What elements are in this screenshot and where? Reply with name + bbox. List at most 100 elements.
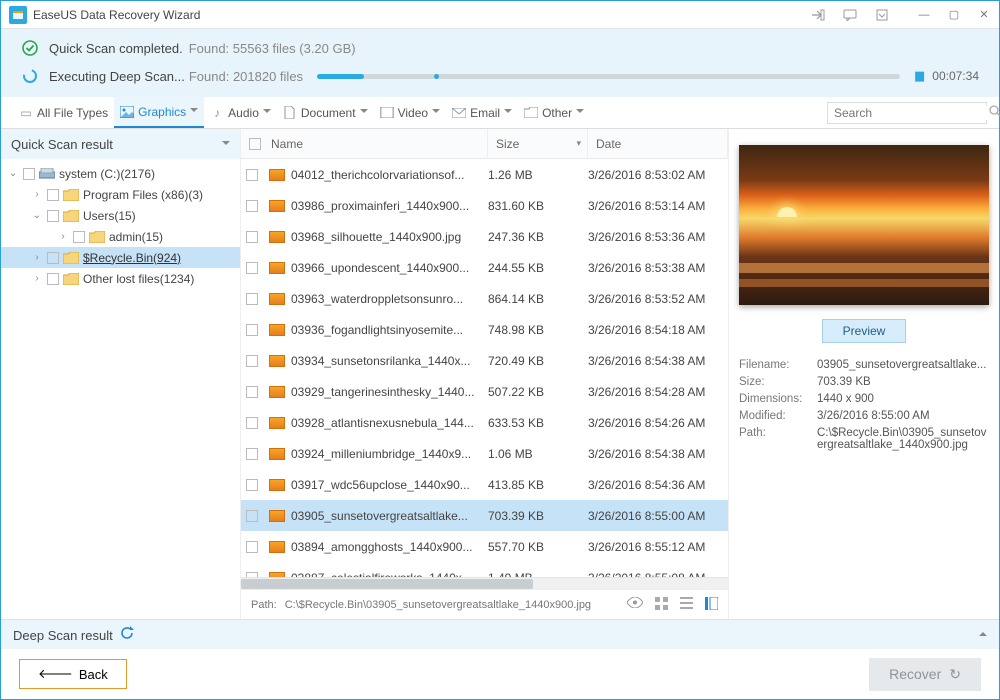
chevron-down-icon bbox=[222, 137, 230, 152]
list-view-icon[interactable] bbox=[680, 597, 693, 613]
checkbox[interactable] bbox=[246, 293, 258, 305]
image-thumb-icon bbox=[269, 293, 285, 305]
filter-email[interactable]: Email bbox=[446, 97, 518, 128]
image-thumb-icon bbox=[269, 541, 285, 553]
drive-icon bbox=[39, 167, 55, 181]
file-row[interactable]: 03968_silhouette_1440x900.jpg247.36 KB3/… bbox=[241, 221, 728, 252]
file-row[interactable]: 03928_atlantisnexusnebula_144...633.53 K… bbox=[241, 407, 728, 438]
file-row[interactable]: 03966_upondescent_1440x900...244.55 KB3/… bbox=[241, 252, 728, 283]
filter-graphics[interactable]: Graphics bbox=[114, 97, 204, 128]
file-row[interactable]: 03934_sunsetonsrilanka_1440x...720.49 KB… bbox=[241, 345, 728, 376]
checkbox[interactable] bbox=[246, 386, 258, 398]
checkbox[interactable] bbox=[47, 273, 59, 285]
expand-icon[interactable]: › bbox=[31, 189, 43, 200]
horizontal-scrollbar[interactable] bbox=[241, 577, 728, 589]
column-date[interactable]: Date bbox=[588, 129, 728, 158]
back-button[interactable]: 🡐Back bbox=[19, 659, 127, 689]
tree-node-users[interactable]: ⌄Users(15) bbox=[1, 205, 240, 226]
checkbox[interactable] bbox=[246, 355, 258, 367]
checkbox[interactable] bbox=[246, 510, 258, 522]
preview-button[interactable]: Preview bbox=[822, 319, 907, 343]
select-all-checkbox[interactable] bbox=[249, 138, 261, 150]
file-name: 03917_wdc56upclose_1440x90... bbox=[291, 478, 470, 492]
image-thumb-icon bbox=[269, 231, 285, 243]
chat-icon[interactable] bbox=[841, 7, 859, 23]
file-row[interactable]: 04012_therichcolorvariationsof...1.26 MB… bbox=[241, 159, 728, 190]
refresh-icon[interactable] bbox=[120, 628, 134, 643]
file-row[interactable]: 03924_milleniumbridge_1440x9...1.06 MB3/… bbox=[241, 438, 728, 469]
collapse-icon[interactable]: ⌄ bbox=[7, 168, 19, 179]
chevron-down-icon bbox=[504, 106, 512, 119]
checkbox[interactable] bbox=[246, 169, 258, 181]
film-icon bbox=[380, 106, 394, 120]
file-size: 703.39 KB bbox=[488, 509, 588, 523]
column-size[interactable]: Size▾ bbox=[488, 129, 588, 158]
file-row[interactable]: 03936_fogandlightsinyosemite...748.98 KB… bbox=[241, 314, 728, 345]
checkbox[interactable] bbox=[246, 200, 258, 212]
tree-node-program-files[interactable]: ›Program Files (x86)(3) bbox=[1, 184, 240, 205]
search-input[interactable] bbox=[834, 106, 989, 120]
checkbox[interactable] bbox=[47, 252, 59, 264]
file-row[interactable]: 03905_sunsetovergreatsaltlake...703.39 K… bbox=[241, 500, 728, 531]
menu-dropdown-icon[interactable] bbox=[873, 7, 891, 23]
envelope-icon bbox=[452, 106, 466, 120]
eye-icon[interactable] bbox=[627, 597, 643, 613]
filter-audio[interactable]: ♪Audio bbox=[204, 97, 277, 128]
image-thumb-icon bbox=[269, 386, 285, 398]
filter-video[interactable]: Video bbox=[374, 97, 446, 128]
chevron-down-icon bbox=[576, 106, 584, 119]
search-box[interactable] bbox=[827, 102, 987, 124]
detail-view-icon[interactable] bbox=[705, 597, 718, 613]
meta-modified: 3/26/2016 8:55:00 AM bbox=[817, 410, 989, 422]
tree-node-system[interactable]: ⌄system (C:)(2176) bbox=[1, 163, 240, 184]
share-icon[interactable] bbox=[809, 7, 827, 23]
checkbox[interactable] bbox=[47, 189, 59, 201]
tree-node-admin[interactable]: ›admin(15) bbox=[1, 226, 240, 247]
filter-all[interactable]: ▭All File Types bbox=[13, 97, 114, 128]
bottom-bar: 🡐Back Recover↻ bbox=[1, 649, 999, 699]
tree-node-other-lost[interactable]: ›Other lost files(1234) bbox=[1, 268, 240, 289]
file-row[interactable]: 03887_celestialfireworks_1440x...1.49 MB… bbox=[241, 562, 728, 577]
checkbox[interactable] bbox=[246, 262, 258, 274]
file-row[interactable]: 03917_wdc56upclose_1440x90...413.85 KB3/… bbox=[241, 469, 728, 500]
recover-button[interactable]: Recover↻ bbox=[869, 658, 981, 691]
checkbox[interactable] bbox=[246, 324, 258, 336]
checkbox[interactable] bbox=[246, 479, 258, 491]
close-button[interactable]: ✕ bbox=[969, 5, 999, 25]
checkbox[interactable] bbox=[246, 231, 258, 243]
minimize-button[interactable]: — bbox=[909, 5, 939, 25]
collapse-icon[interactable]: ⌄ bbox=[31, 210, 43, 221]
preview-panel: Preview Filename:03905_sunsetovergreatsa… bbox=[729, 129, 999, 619]
file-date: 3/26/2016 8:54:38 AM bbox=[588, 354, 728, 368]
file-date: 3/26/2016 8:54:18 AM bbox=[588, 323, 728, 337]
checkbox[interactable] bbox=[246, 417, 258, 429]
folder-icon bbox=[63, 188, 79, 202]
expand-icon[interactable]: › bbox=[31, 273, 43, 284]
file-row[interactable]: 03894_amongghosts_1440x900...557.70 KB3/… bbox=[241, 531, 728, 562]
file-row[interactable]: 03929_tangerinesinthesky_1440...507.22 K… bbox=[241, 376, 728, 407]
image-thumb-icon bbox=[269, 200, 285, 212]
maximize-button[interactable]: ▢ bbox=[939, 5, 969, 25]
checkbox[interactable] bbox=[47, 210, 59, 222]
column-name[interactable]: Name bbox=[263, 129, 488, 158]
deep-scan-result-header[interactable]: Deep Scan result bbox=[1, 619, 999, 649]
file-type-filters: ▭All File Types Graphics ♪Audio Document… bbox=[1, 97, 999, 129]
filter-other[interactable]: Other bbox=[518, 97, 590, 128]
check-circle-icon bbox=[21, 39, 39, 57]
expand-icon[interactable]: › bbox=[57, 231, 69, 242]
expand-icon[interactable]: › bbox=[31, 252, 43, 263]
tree-node-recycle-bin[interactable]: ›$Recycle.Bin(924) bbox=[1, 247, 240, 268]
checkbox[interactable] bbox=[73, 231, 85, 243]
checkbox[interactable] bbox=[23, 168, 35, 180]
quick-scan-status: Quick Scan completed. Found: 55563 files… bbox=[21, 39, 979, 57]
file-name: 03934_sunsetonsrilanka_1440x... bbox=[291, 354, 470, 368]
pause-button[interactable]: ▮▮ bbox=[914, 68, 922, 84]
filter-document[interactable]: Document bbox=[277, 97, 374, 128]
search-icon[interactable] bbox=[989, 104, 1000, 122]
grid-view-icon[interactable] bbox=[655, 597, 668, 613]
quick-scan-result-header[interactable]: Quick Scan result bbox=[1, 129, 240, 159]
file-row[interactable]: 03963_waterdroppletsonsunro...864.14 KB3… bbox=[241, 283, 728, 314]
file-row[interactable]: 03986_proximainferi_1440x900...831.60 KB… bbox=[241, 190, 728, 221]
checkbox[interactable] bbox=[246, 448, 258, 460]
checkbox[interactable] bbox=[246, 541, 258, 553]
